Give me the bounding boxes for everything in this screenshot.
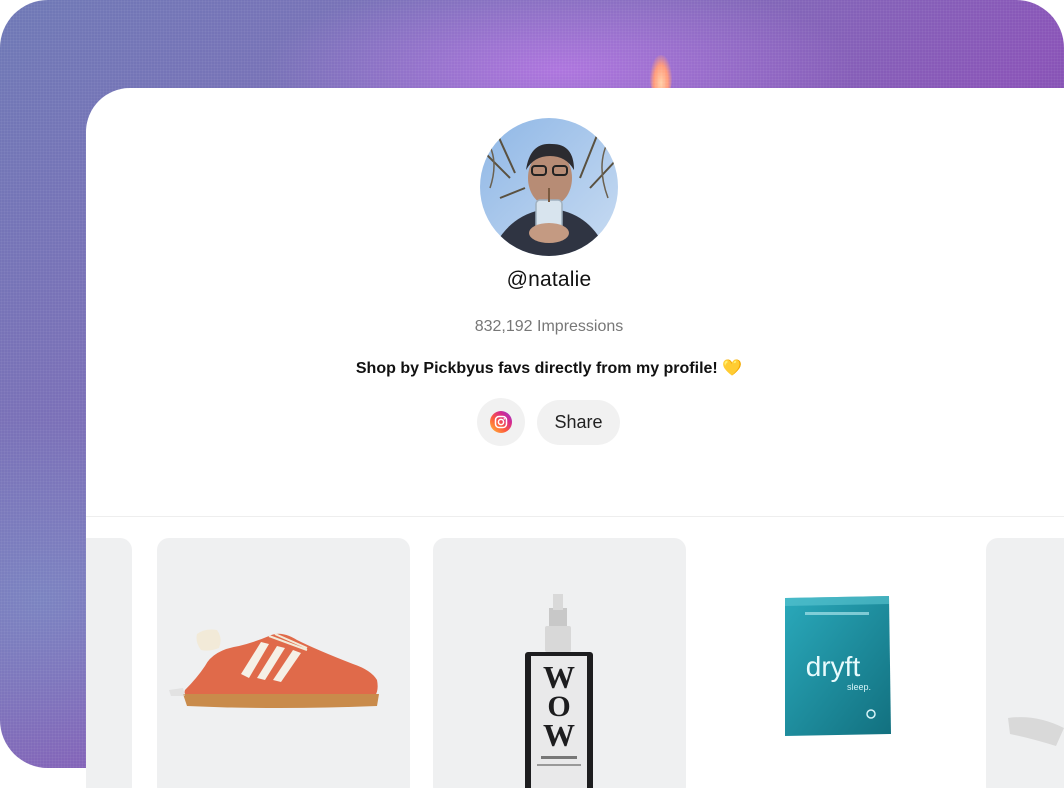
svg-text:dryft: dryft [806, 651, 861, 682]
avatar-image [480, 118, 618, 256]
avatar[interactable] [480, 118, 618, 256]
product-tile-partial-left[interactable] [86, 538, 132, 788]
instagram-button[interactable] [477, 398, 525, 446]
product-image [1008, 717, 1064, 746]
svg-text:W: W [543, 717, 575, 753]
bio-text: Shop by Pickbyus favs directly from my p… [355, 360, 718, 377]
product-tile-partial-right[interactable] [986, 538, 1064, 788]
profile-header: @natalie 832,192 Impressions Shop by Pic… [86, 88, 1064, 518]
instagram-icon [490, 411, 512, 433]
product-tile-serum[interactable]: W O W [433, 538, 686, 788]
sneaker-image [169, 629, 379, 708]
svg-text:sleep.: sleep. [847, 682, 871, 692]
profile-card: @natalie 832,192 Impressions Shop by Pic… [86, 88, 1064, 788]
impressions-count: 832,192 Impressions [474, 318, 624, 335]
share-button[interactable]: Share [537, 400, 620, 445]
profile-username: @natalie [506, 268, 592, 291]
serum-bottle-image: W O W [525, 594, 593, 788]
pouch-image: dryft sleep. [785, 596, 891, 736]
yellow-heart-icon: 💛 [722, 360, 743, 377]
product-tile-dryft[interactable]: dryft sleep. [709, 538, 962, 788]
profile-bio: Shop by Pickbyus favs directly from my p… [86, 358, 1012, 378]
section-divider [86, 516, 1064, 517]
product-tile-sneaker[interactable] [157, 538, 410, 788]
